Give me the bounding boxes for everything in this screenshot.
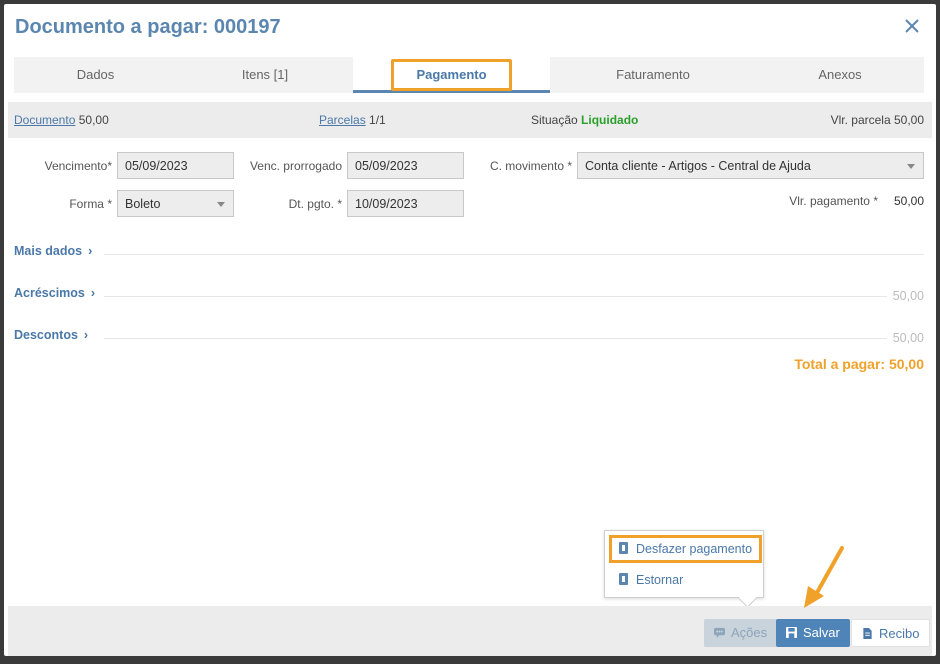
mais-dados-label: Mais dados: [14, 244, 83, 258]
estornar-item[interactable]: Estornar: [609, 567, 693, 595]
vencimento-label: Vencimento*: [44, 159, 112, 173]
salvar-button[interactable]: Salvar: [776, 619, 850, 647]
acrescimos-value: 50,00: [886, 289, 924, 303]
acrescimos-label: Acréscimos: [14, 286, 85, 300]
forma-select[interactable]: Boleto: [117, 190, 234, 217]
vlr-parcela-value: 50,00: [893, 113, 924, 127]
descontos-label: Descontos: [14, 328, 78, 342]
vlr-parcela-label: Vlr. parcela: [830, 113, 891, 127]
close-icon[interactable]: [902, 16, 922, 36]
document-dialog: Documento a pagar: 000197 Dados Itens [1…: [4, 4, 936, 656]
actions-popup-menu: Desfazer pagamento Estornar: [604, 530, 764, 598]
descontos-section: Descontos › 50,00: [14, 328, 924, 348]
recibo-label: Recibo: [879, 626, 920, 641]
forma-label: Forma *: [69, 197, 112, 211]
estornar-label: Estornar: [636, 573, 684, 587]
dialog-title: Documento a pagar: 000197: [15, 16, 281, 38]
divider: [104, 296, 924, 297]
tab-dados[interactable]: Dados: [14, 57, 177, 93]
chevron-right-icon: ›: [88, 244, 93, 258]
acrescimos-toggle[interactable]: Acréscimos ›: [14, 286, 95, 300]
c-movimento-select[interactable]: Conta cliente - Artigos - Central de Aju…: [577, 152, 924, 179]
annotation-arrow-icon: [804, 546, 844, 608]
status-badge: Liquidado: [581, 113, 639, 127]
tab-pagamento[interactable]: Pagamento: [353, 57, 550, 93]
venc-prorrogado-label: Venc. prorrogado: [249, 159, 342, 173]
vlr-pagamento-value: 50,00: [893, 194, 924, 208]
dt-pgto-label: Dt. pgto. *: [288, 197, 342, 211]
parcelas-link[interactable]: Parcelas: [319, 113, 366, 127]
dialog-footer: Ações Salvar Recibo: [8, 606, 932, 656]
acoes-button[interactable]: Ações: [704, 619, 778, 647]
venc-prorrogado-field[interactable]: 05/09/2023: [347, 152, 464, 179]
parcelas-summary: Parcelas 1/1: [319, 113, 386, 127]
total-a-pagar: Total a pagar: 50,00: [794, 356, 924, 372]
chat-icon: [714, 627, 725, 638]
parcelas-value: 1/1: [369, 113, 386, 127]
recibo-button[interactable]: Recibo: [851, 619, 931, 647]
document-icon: [863, 628, 872, 639]
save-icon: [786, 627, 797, 638]
summary-bar: Documento 50,00 Parcelas 1/1 Situação Li…: [8, 102, 932, 138]
tab-anexos[interactable]: Anexos: [756, 57, 924, 93]
documento-link[interactable]: Documento: [14, 113, 75, 127]
file-icon: [619, 573, 628, 585]
tab-faturamento[interactable]: Faturamento: [550, 57, 756, 93]
mais-dados-section: Mais dados ›: [14, 244, 924, 264]
vlr-pagamento-label: Vlr. pagamento *: [789, 194, 878, 208]
vencimento-field[interactable]: 05/09/2023: [117, 152, 234, 179]
acoes-label: Ações: [731, 625, 768, 640]
descontos-toggle[interactable]: Descontos ›: [14, 328, 88, 342]
tab-itens[interactable]: Itens [1]: [177, 57, 353, 93]
chevron-right-icon: ›: [83, 328, 89, 342]
dt-pgto-field[interactable]: 10/09/2023: [347, 190, 464, 217]
desfazer-pagamento-label: Desfazer pagamento: [636, 542, 753, 556]
tab-pagamento-label: Pagamento: [391, 59, 512, 91]
acrescimos-section: Acréscimos › 50,00: [14, 286, 924, 306]
vlr-parcela-summary: Vlr. parcela 50,00: [831, 113, 924, 127]
documento-summary: Documento 50,00: [14, 113, 109, 127]
c-movimento-label: C. movimento *: [489, 159, 572, 173]
salvar-label: Salvar: [803, 625, 840, 640]
desfazer-pagamento-item[interactable]: Desfazer pagamento: [609, 535, 763, 563]
divider: [104, 254, 924, 255]
situacao-label: Situação: [531, 113, 578, 127]
tab-bar: Dados Itens [1] Pagamento Faturamento An…: [14, 57, 924, 93]
documento-value: 50,00: [78, 113, 109, 127]
divider: [104, 338, 924, 339]
chevron-right-icon: ›: [90, 286, 96, 300]
mais-dados-toggle[interactable]: Mais dados ›: [14, 244, 92, 258]
descontos-value: 50,00: [886, 331, 924, 345]
situacao-summary: Situação Liquidado: [531, 113, 638, 127]
file-icon: [619, 542, 628, 554]
